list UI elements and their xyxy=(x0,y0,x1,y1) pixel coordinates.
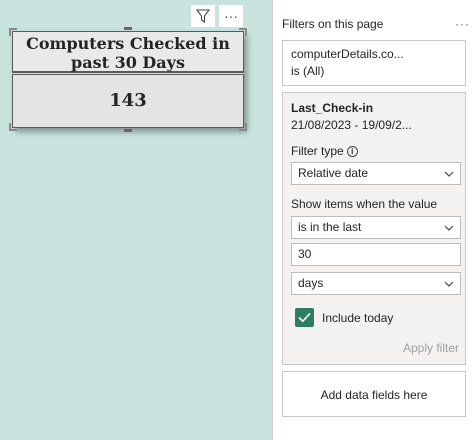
unit-dropdown[interactable]: days xyxy=(291,272,461,295)
report-canvas: ··· Computers Checked in past 30 Days 14… xyxy=(0,0,272,440)
filter-icon[interactable] xyxy=(191,5,215,27)
visual-header: ··· xyxy=(191,5,243,27)
chevron-down-icon xyxy=(444,225,454,231)
more-options-icon[interactable]: ··· xyxy=(219,5,243,27)
filter-type-value: Relative date xyxy=(298,166,369,180)
filter-field-name[interactable]: Last_Check-in xyxy=(291,101,373,115)
resize-handle-bottom-left[interactable] xyxy=(9,123,17,131)
card-value: 143 xyxy=(12,74,244,128)
filter-type-label: Filter type i xyxy=(291,144,358,158)
filter-card-computer-details[interactable]: computerDetails.co... is (All) xyxy=(282,40,466,86)
card-title: Computers Checked in past 30 Days xyxy=(12,31,244,73)
amount-input[interactable]: 30 xyxy=(291,243,461,266)
filter-type-label-text: Filter type xyxy=(291,144,344,158)
filter-card-last-check-in: Last_Check-in 21/08/2023 - 19/09/2... Fi… xyxy=(282,92,466,365)
info-icon[interactable]: i xyxy=(346,146,358,157)
resize-handle-top[interactable] xyxy=(124,27,132,30)
card-visual[interactable]: Computers Checked in past 30 Days 143 xyxy=(9,27,247,132)
filters-pane: Filters on this page ··· computerDetails… xyxy=(272,0,476,440)
more-options-icon[interactable]: ··· xyxy=(455,17,470,31)
condition-dropdown[interactable]: is in the last xyxy=(291,216,461,239)
filter-type-dropdown[interactable]: Relative date xyxy=(291,162,461,185)
resize-handle-top-right[interactable] xyxy=(239,28,247,36)
apply-filter-button[interactable]: Apply filter xyxy=(403,341,459,355)
filter-field-range: 21/08/2023 - 19/09/2... xyxy=(291,118,412,132)
filters-pane-title: Filters on this page xyxy=(282,17,384,31)
filter-field-name: computerDetails.co... xyxy=(291,47,404,61)
resize-handle-bottom[interactable] xyxy=(124,129,132,132)
include-today-label: Include today xyxy=(322,311,394,325)
chevron-down-icon xyxy=(444,171,454,177)
unit-value: days xyxy=(298,276,324,290)
chevron-down-icon xyxy=(444,281,454,287)
resize-handle-bottom-right[interactable] xyxy=(239,123,247,131)
filter-field-state: is (All) xyxy=(291,64,325,78)
condition-value: is in the last xyxy=(298,220,362,234)
checkmark-icon xyxy=(298,312,311,323)
include-today-checkbox[interactable] xyxy=(295,308,314,327)
show-items-label: Show items when the value xyxy=(291,197,438,211)
filters-pane-header: Filters on this page ··· xyxy=(282,17,470,31)
add-data-fields-dropzone[interactable]: Add data fields here xyxy=(282,371,466,417)
resize-handle-top-left[interactable] xyxy=(9,28,17,36)
